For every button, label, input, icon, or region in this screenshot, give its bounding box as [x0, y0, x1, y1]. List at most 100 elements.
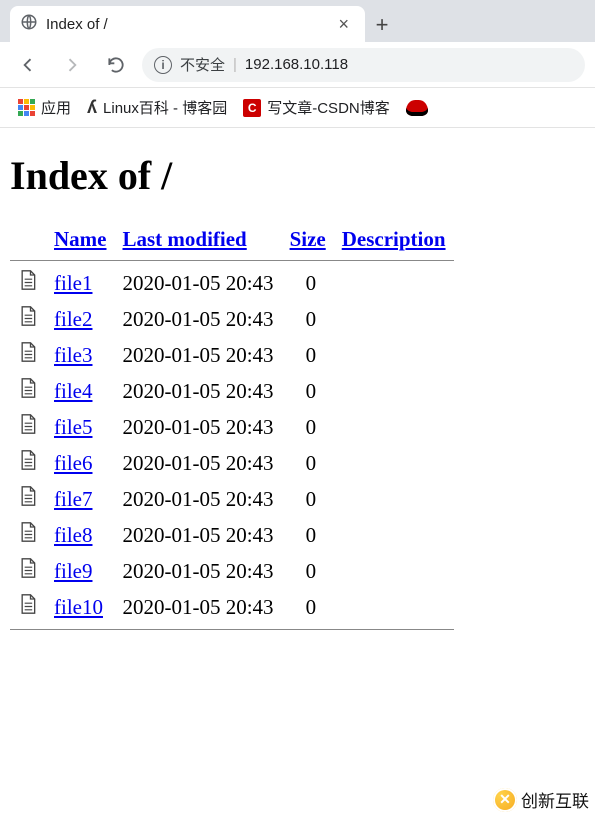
file-icon — [10, 337, 46, 373]
file-size: 0 — [282, 481, 334, 517]
table-header-row: Name Last modified Size Description — [10, 223, 454, 256]
tab-title: Index of / — [46, 16, 108, 33]
apps-label: 应用 — [41, 97, 71, 118]
col-header-name[interactable]: Name — [54, 227, 106, 251]
file-size: 0 — [282, 553, 334, 589]
file-link[interactable]: file8 — [54, 523, 92, 547]
file-link[interactable]: file5 — [54, 415, 92, 439]
file-icon — [10, 373, 46, 409]
bookmark-item-redhat[interactable] — [406, 100, 428, 116]
table-row: file10 2020-01-05 20:430 — [10, 589, 454, 625]
tab-bar: Index of / × + — [0, 0, 595, 42]
file-icon — [10, 265, 46, 301]
forward-button[interactable] — [54, 47, 90, 83]
file-modified: 2020-01-05 20:43 — [114, 589, 281, 625]
file-icon — [10, 553, 46, 589]
bookmark-item-csdn[interactable]: C 写文章-CSDN博客 — [243, 97, 390, 118]
bookmarks-bar: 应用 ʎ Linux百科 - 博客园 C 写文章-CSDN博客 — [0, 88, 595, 128]
file-link[interactable]: file3 — [54, 343, 92, 367]
directory-listing: Name Last modified Size Description file… — [10, 223, 454, 634]
file-modified: 2020-01-05 20:43 — [114, 445, 281, 481]
file-link[interactable]: file2 — [54, 307, 92, 331]
apps-button[interactable]: 应用 — [18, 97, 71, 118]
file-link[interactable]: file1 — [54, 271, 92, 295]
file-modified: 2020-01-05 20:43 — [114, 517, 281, 553]
file-size: 0 — [282, 265, 334, 301]
insecure-label: 不安全 — [180, 54, 225, 75]
file-size: 0 — [282, 301, 334, 337]
address-separator: | — [233, 56, 237, 73]
file-modified: 2020-01-05 20:43 — [114, 481, 281, 517]
footer-divider — [10, 629, 454, 630]
table-row: file8 2020-01-05 20:430 — [10, 517, 454, 553]
file-icon — [10, 301, 46, 337]
file-size: 0 — [282, 337, 334, 373]
table-row: file6 2020-01-05 20:430 — [10, 445, 454, 481]
table-row: file9 2020-01-05 20:430 — [10, 553, 454, 589]
bookmark-label: 写文章-CSDN博客 — [267, 97, 390, 118]
globe-icon — [20, 13, 38, 35]
file-link[interactable]: file7 — [54, 487, 92, 511]
table-row: file2 2020-01-05 20:430 — [10, 301, 454, 337]
file-icon — [10, 517, 46, 553]
new-tab-button[interactable]: + — [365, 8, 399, 42]
file-link[interactable]: file9 — [54, 559, 92, 583]
file-size: 0 — [282, 409, 334, 445]
file-link[interactable]: file6 — [54, 451, 92, 475]
watermark: ✕ 创新互联 — [487, 783, 595, 816]
file-description — [334, 517, 454, 553]
file-description — [334, 409, 454, 445]
redhat-icon — [406, 100, 428, 116]
bookmark-label: Linux百科 - 博客园 — [103, 97, 227, 118]
url-text: 192.168.10.118 — [245, 56, 348, 73]
file-size: 0 — [282, 445, 334, 481]
page-title: Index of / — [10, 152, 585, 199]
col-header-size[interactable]: Size — [290, 227, 326, 251]
apps-icon — [18, 99, 35, 116]
file-size: 0 — [282, 517, 334, 553]
col-header-description[interactable]: Description — [342, 227, 446, 251]
file-size: 0 — [282, 589, 334, 625]
watermark-text: 创新互联 — [521, 787, 589, 812]
file-icon — [10, 445, 46, 481]
table-row: file5 2020-01-05 20:430 — [10, 409, 454, 445]
file-modified: 2020-01-05 20:43 — [114, 409, 281, 445]
address-bar[interactable]: i 不安全 | 192.168.10.118 — [142, 48, 585, 82]
bookmark-item-linux[interactable]: ʎ Linux百科 - 博客园 — [87, 97, 227, 118]
page-content: Index of / Name Last modified Size Descr… — [0, 128, 595, 648]
table-row: file7 2020-01-05 20:430 — [10, 481, 454, 517]
file-description — [334, 265, 454, 301]
info-icon: i — [154, 56, 172, 74]
col-header-modified[interactable]: Last modified — [122, 227, 246, 251]
file-description — [334, 481, 454, 517]
file-modified: 2020-01-05 20:43 — [114, 265, 281, 301]
file-icon — [10, 481, 46, 517]
table-row: file3 2020-01-05 20:430 — [10, 337, 454, 373]
close-icon[interactable]: × — [332, 14, 355, 35]
file-modified: 2020-01-05 20:43 — [114, 373, 281, 409]
lambda-icon: ʎ — [87, 97, 97, 118]
file-size: 0 — [282, 373, 334, 409]
file-description — [334, 589, 454, 625]
back-button[interactable] — [10, 47, 46, 83]
file-icon — [10, 589, 46, 625]
table-row: file4 2020-01-05 20:430 — [10, 373, 454, 409]
file-description — [334, 373, 454, 409]
file-link[interactable]: file4 — [54, 379, 92, 403]
browser-tab[interactable]: Index of / × — [10, 6, 365, 42]
file-description — [334, 337, 454, 373]
file-modified: 2020-01-05 20:43 — [114, 301, 281, 337]
file-link[interactable]: file10 — [54, 595, 103, 619]
file-modified: 2020-01-05 20:43 — [114, 553, 281, 589]
table-row: file1 2020-01-05 20:430 — [10, 265, 454, 301]
file-description — [334, 553, 454, 589]
csdn-icon: C — [243, 99, 261, 117]
file-description — [334, 301, 454, 337]
file-icon — [10, 409, 46, 445]
reload-button[interactable] — [98, 47, 134, 83]
browser-toolbar: i 不安全 | 192.168.10.118 — [0, 42, 595, 88]
file-modified: 2020-01-05 20:43 — [114, 337, 281, 373]
watermark-logo-icon: ✕ — [493, 788, 517, 812]
file-description — [334, 445, 454, 481]
header-divider — [10, 260, 454, 261]
